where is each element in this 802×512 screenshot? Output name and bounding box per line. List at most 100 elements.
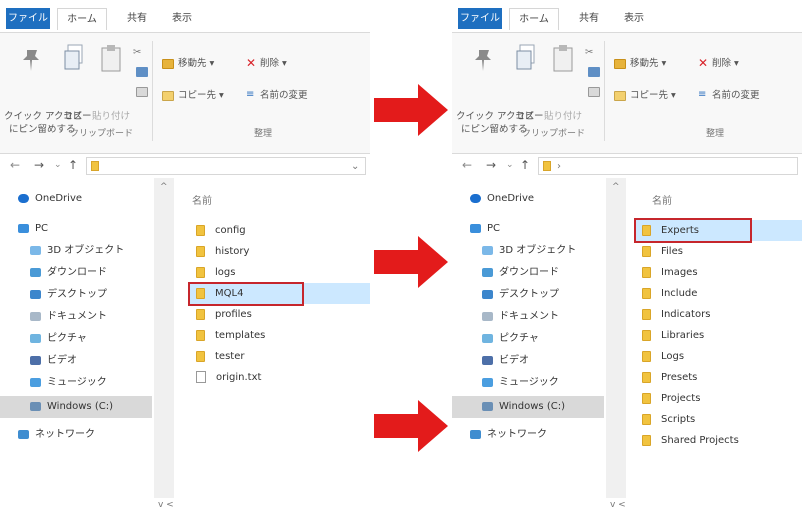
breadcrumb-chevron-icon[interactable]: › xyxy=(557,161,561,173)
paste-label[interactable]: 貼り付け xyxy=(544,111,582,123)
move-to-button[interactable]: 移動先 ▾ xyxy=(178,58,214,70)
file-row-projects[interactable]: Projects xyxy=(628,388,802,409)
chevron-down-icon[interactable]: ⌄ xyxy=(351,161,359,173)
column-header-name[interactable]: 名前 xyxy=(192,192,212,207)
back-icon[interactable]: ← xyxy=(10,157,20,173)
nav-item-network[interactable]: ネットワーク xyxy=(470,424,622,446)
file-row-files[interactable]: Files xyxy=(628,241,802,262)
copy-to-icon[interactable] xyxy=(162,91,174,101)
tab-home[interactable]: ホーム xyxy=(57,8,107,30)
tab-share[interactable]: 共有 xyxy=(570,8,608,30)
tab-view[interactable]: 表示 xyxy=(164,8,200,30)
copy-path-icon[interactable] xyxy=(588,67,600,77)
back-icon[interactable]: ← xyxy=(462,157,472,173)
paste-label[interactable]: 貼り付け xyxy=(92,111,130,123)
copy-icon[interactable] xyxy=(515,43,537,73)
highlight-box xyxy=(634,218,752,243)
address-bar: ← → ⌄ ↑ › xyxy=(452,154,802,176)
copy-label[interactable]: コピー xyxy=(63,111,92,123)
copy-label[interactable]: コピー xyxy=(515,111,544,123)
file-name: Include xyxy=(661,288,698,299)
address-input[interactable]: ⌄ xyxy=(86,157,366,175)
file-row-images[interactable]: Images xyxy=(628,262,802,283)
nav-item-pc[interactable]: PC xyxy=(18,218,170,240)
scroll-up-icon[interactable]: ^ xyxy=(612,182,620,192)
paste-icon[interactable] xyxy=(99,43,123,73)
rename-icon[interactable]: ≡ xyxy=(698,90,706,100)
delete-icon[interactable]: ✕ xyxy=(698,57,708,69)
nav-label: ネットワーク xyxy=(35,429,95,440)
file-row-origin-txt[interactable]: origin.txt xyxy=(176,367,370,388)
nav-item-onedrive[interactable]: OneDrive xyxy=(18,188,170,210)
paste-icon[interactable] xyxy=(551,43,575,73)
move-to-icon[interactable] xyxy=(614,59,626,69)
tab-file[interactable]: ファイル xyxy=(6,8,50,29)
scroll-up-icon[interactable]: ^ xyxy=(160,182,168,192)
copy-to-icon[interactable] xyxy=(614,91,626,101)
file-row-tester[interactable]: tester xyxy=(176,346,370,367)
text-file-icon xyxy=(196,371,206,383)
folder-icon xyxy=(642,329,651,341)
delete-icon[interactable]: ✕ xyxy=(246,57,256,69)
file-row-shared-projects[interactable]: Shared Projects xyxy=(628,430,802,451)
file-row-libraries[interactable]: Libraries xyxy=(628,325,802,346)
nav-item-network[interactable]: ネットワーク xyxy=(18,424,170,446)
file-row-indicators[interactable]: Indicators xyxy=(628,304,802,325)
address-bar: ← → ⌄ ↑ ⌄ xyxy=(0,154,370,176)
file-row-scripts[interactable]: Scripts xyxy=(628,409,802,430)
pin-label-2[interactable]: にピン留めする xyxy=(461,124,528,136)
file-row-config[interactable]: config xyxy=(176,220,370,241)
address-input[interactable]: › xyxy=(538,157,798,175)
ribbon: クイック アクセス にピン留めする コピー 貼り付け ✂ クリップボード 移動先… xyxy=(452,32,802,154)
highlight-box xyxy=(188,282,304,306)
pin-icon[interactable] xyxy=(470,47,496,73)
nav-scrollbar[interactable]: ^ v xyxy=(154,178,174,506)
nav-item-windows-c[interactable]: Windows (C:) xyxy=(0,396,152,418)
recent-dropdown-icon[interactable]: ⌄ xyxy=(54,157,62,173)
file-row-include[interactable]: Include xyxy=(628,283,802,304)
nav-item-windows-c[interactable]: Windows (C:) xyxy=(452,396,604,418)
move-to-icon[interactable] xyxy=(162,59,174,69)
rename-button[interactable]: 名前の変更 xyxy=(260,90,308,102)
file-row-history[interactable]: history xyxy=(176,241,370,262)
nav-scrollbar[interactable]: ^ v xyxy=(606,178,626,506)
rename-button[interactable]: 名前の変更 xyxy=(712,90,760,102)
file-row-templates[interactable]: templates xyxy=(176,325,370,346)
up-icon[interactable]: ↑ xyxy=(520,157,530,173)
nav-item-onedrive[interactable]: OneDrive xyxy=(470,188,622,210)
horizontal-scrollbar[interactable]: v < xyxy=(604,498,802,512)
horizontal-scrollbar[interactable]: v < xyxy=(152,498,370,512)
paste-shortcut-icon[interactable] xyxy=(136,87,148,97)
up-icon[interactable]: ↑ xyxy=(68,157,78,173)
forward-icon[interactable]: → xyxy=(486,157,496,173)
scissors-icon[interactable]: ✂ xyxy=(585,47,595,59)
file-name: tester xyxy=(215,351,245,362)
nav-item-pc[interactable]: PC xyxy=(470,218,622,240)
file-row-logs[interactable]: Logs xyxy=(628,346,802,367)
tab-view[interactable]: 表示 xyxy=(616,8,652,30)
copy-path-icon[interactable] xyxy=(136,67,148,77)
tab-home[interactable]: ホーム xyxy=(509,8,559,30)
copy-icon[interactable] xyxy=(63,43,85,73)
pin-icon[interactable] xyxy=(18,47,44,73)
tab-file[interactable]: ファイル xyxy=(458,8,502,29)
download-icon xyxy=(30,267,41,277)
folder-icon xyxy=(642,308,651,320)
recent-dropdown-icon[interactable]: ⌄ xyxy=(506,157,514,173)
nav-label: ドキュメント xyxy=(499,311,559,322)
column-header-name[interactable]: 名前 xyxy=(652,192,672,207)
copy-to-button[interactable]: コピー先 ▾ xyxy=(178,90,224,102)
file-row-logs[interactable]: logs xyxy=(176,262,370,283)
delete-button[interactable]: 削除 ▾ xyxy=(260,58,287,70)
scissors-icon[interactable]: ✂ xyxy=(133,47,143,59)
paste-shortcut-icon[interactable] xyxy=(588,87,600,97)
delete-button[interactable]: 削除 ▾ xyxy=(712,58,739,70)
move-to-button[interactable]: 移動先 ▾ xyxy=(630,58,666,70)
pin-label-2[interactable]: にピン留めする xyxy=(9,124,76,136)
file-row-profiles[interactable]: profiles xyxy=(176,304,370,325)
file-row-presets[interactable]: Presets xyxy=(628,367,802,388)
forward-icon[interactable]: → xyxy=(34,157,44,173)
copy-to-button[interactable]: コピー先 ▾ xyxy=(630,90,676,102)
rename-icon[interactable]: ≡ xyxy=(246,90,254,100)
tab-share[interactable]: 共有 xyxy=(118,8,156,30)
